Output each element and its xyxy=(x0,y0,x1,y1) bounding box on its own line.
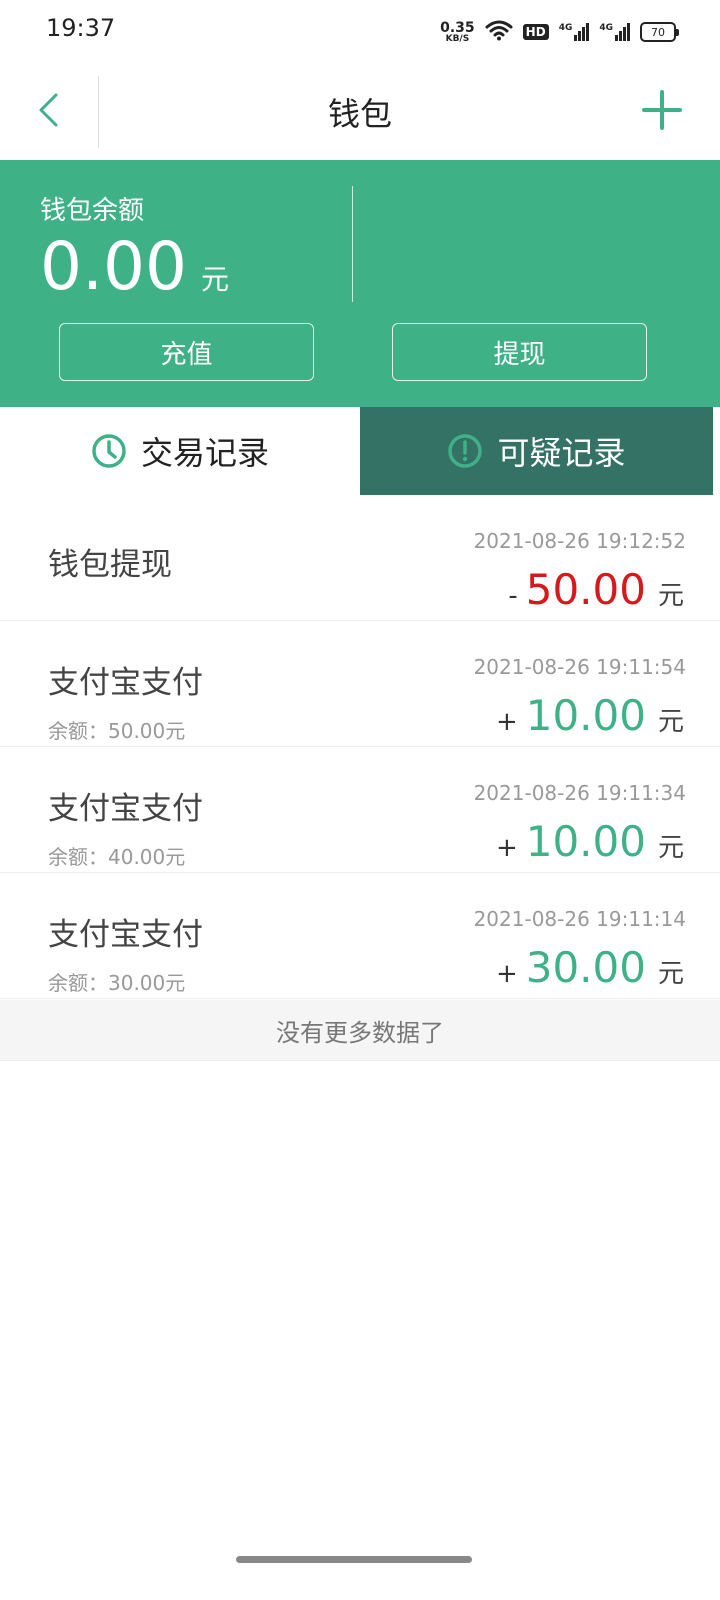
status-icons: 0.35 KB/S HD 4G 4G 70 xyxy=(440,16,679,48)
transaction-amount: + 30.00 元 xyxy=(496,947,684,990)
wallet-screen: 19:37 0.35 KB/S HD 4G 4G 70 钱包 钱包余额 0.00… xyxy=(0,0,720,1600)
transaction-title: 支付宝支付 xyxy=(48,917,203,953)
hd-voice-icon: HD xyxy=(522,24,549,40)
add-button[interactable] xyxy=(638,88,686,136)
record-tabs: 交易记录 可疑记录 xyxy=(0,407,720,495)
clock-icon xyxy=(91,433,127,469)
amount-unit: 元 xyxy=(657,581,684,611)
transaction-balance: 余额：50.00元 xyxy=(48,719,186,743)
page-title: 钱包 xyxy=(327,95,392,133)
alert-icon xyxy=(447,433,483,469)
network-speed: 0.35 KB/S xyxy=(440,21,475,44)
amount-unit: 元 xyxy=(657,959,684,989)
amount-unit: 元 xyxy=(657,833,684,863)
transaction-row[interactable]: 支付宝支付 余额：40.00元 2021-08-26 19:11:34 + 10… xyxy=(0,747,720,873)
transaction-title: 支付宝支付 xyxy=(48,665,203,701)
transaction-amount: + 10.00 元 xyxy=(496,821,684,864)
signal-type: 4G xyxy=(558,23,573,33)
status-time: 19:37 xyxy=(46,14,116,42)
transaction-balance: 余额：40.00元 xyxy=(48,845,186,869)
transaction-list: 钱包提现 2021-08-26 19:12:52 - 50.00 元 支付宝支付… xyxy=(0,495,720,999)
transaction-time: 2021-08-26 19:11:54 xyxy=(473,655,686,679)
transaction-time: 2021-08-26 19:11:34 xyxy=(473,781,686,805)
amount-value: 50.00 xyxy=(525,565,646,614)
balance-divider xyxy=(352,186,353,302)
network-speed-unit: KB/S xyxy=(445,33,470,44)
home-indicator[interactable] xyxy=(236,1556,472,1563)
transaction-title: 支付宝支付 xyxy=(48,791,203,827)
signal-strength-icon-2: 4G xyxy=(599,23,630,41)
nav-divider xyxy=(98,76,99,148)
no-more-data-label: 没有更多数据了 xyxy=(0,1000,720,1061)
battery-icon: 70 xyxy=(640,22,679,42)
signal-type-2: 4G xyxy=(599,23,613,33)
network-speed-value: 0.35 xyxy=(440,19,475,36)
balance-amount: 0.00 元 xyxy=(40,234,229,300)
balance-label: 钱包余额 xyxy=(40,196,145,226)
transaction-amount: - 50.00 元 xyxy=(508,569,684,612)
amount-sign: + xyxy=(495,707,518,737)
wifi-icon xyxy=(485,19,513,45)
chevron-left-icon xyxy=(36,92,60,132)
amount-value: 10.00 xyxy=(525,817,646,866)
transaction-amount: + 10.00 元 xyxy=(496,695,684,738)
amount-sign: - xyxy=(508,581,518,611)
transaction-time: 2021-08-26 19:11:14 xyxy=(473,907,686,931)
transaction-row[interactable]: 支付宝支付 余额：50.00元 2021-08-26 19:11:54 + 10… xyxy=(0,621,720,747)
back-button[interactable] xyxy=(26,86,70,138)
balance-value: 0.00 xyxy=(40,228,187,305)
tab-transactions[interactable]: 交易记录 xyxy=(0,407,360,495)
amount-sign: + xyxy=(495,833,518,863)
status-bar: 19:37 0.35 KB/S HD 4G 4G 70 xyxy=(0,0,720,64)
transaction-time: 2021-08-26 19:12:52 xyxy=(473,529,686,553)
transaction-row[interactable]: 支付宝支付 余额：30.00元 2021-08-26 19:11:14 + 30… xyxy=(0,873,720,999)
tab-transactions-label: 交易记录 xyxy=(140,434,269,472)
withdraw-button[interactable]: 提现 xyxy=(392,323,647,381)
transaction-row[interactable]: 钱包提现 2021-08-26 19:12:52 - 50.00 元 xyxy=(0,495,720,621)
amount-sign: + xyxy=(495,959,518,989)
tab-suspicious[interactable]: 可疑记录 xyxy=(360,407,713,495)
balance-panel: 钱包余额 0.00 元 充值 提现 xyxy=(0,160,720,407)
transaction-title: 钱包提现 xyxy=(48,547,172,583)
nav-bar: 钱包 xyxy=(0,64,720,160)
recharge-button[interactable]: 充值 xyxy=(59,323,314,381)
tab-suspicious-label: 可疑记录 xyxy=(497,434,626,472)
plus-icon xyxy=(642,90,682,134)
battery-level: 70 xyxy=(651,25,665,39)
amount-value: 10.00 xyxy=(525,691,646,740)
balance-unit: 元 xyxy=(200,263,229,296)
transaction-balance: 余额：30.00元 xyxy=(48,971,186,995)
amount-value: 30.00 xyxy=(525,943,646,992)
amount-unit: 元 xyxy=(657,707,684,737)
signal-strength-icon: 4G xyxy=(559,23,590,41)
